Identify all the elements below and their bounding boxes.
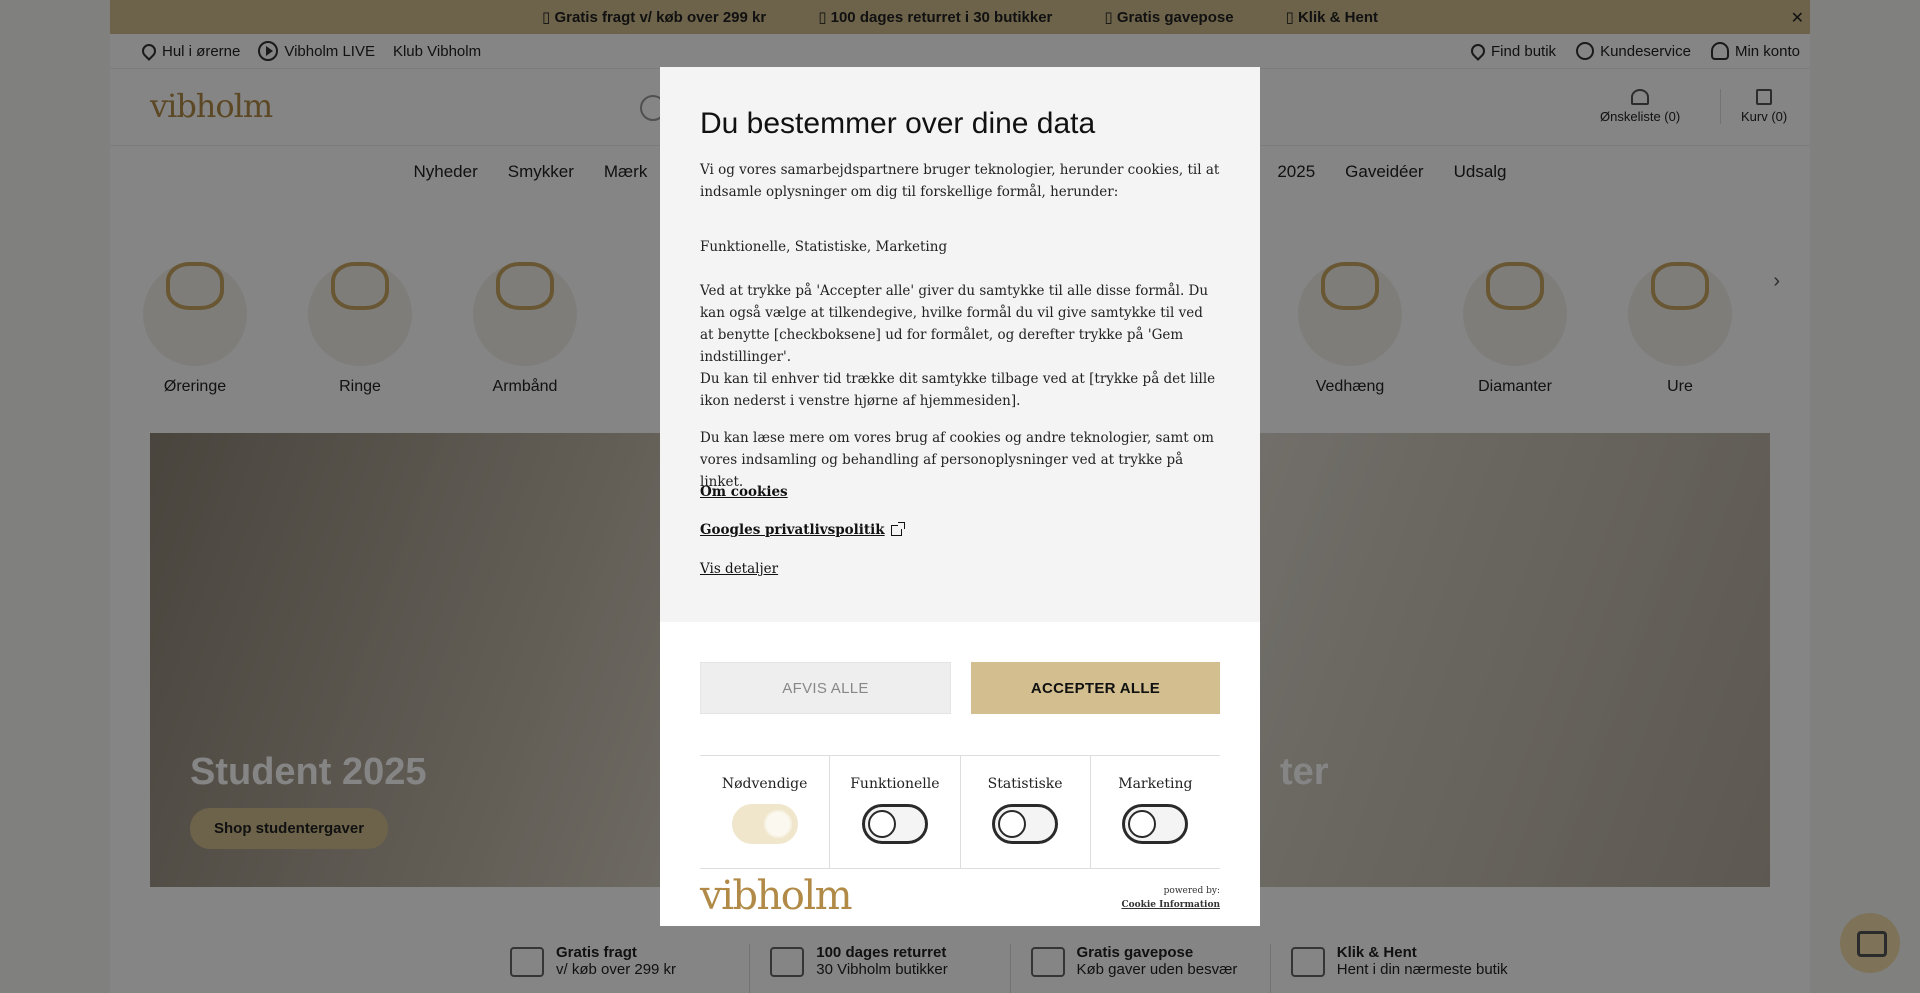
vibholm-logo: vibholm [700,873,853,919]
toggle-statistics-label: Statistiske [987,776,1063,792]
consent-accept-info: Ved at trykke på 'Accepter alle' giver d… [700,283,1209,365]
google-privacy-label: Googles privatlivspolitik [700,522,885,538]
toggle-marketing: Marketing [1089,756,1220,868]
powered-by-label: powered by: [1163,886,1220,896]
consent-body: Du bestemmer over dine data Vi og vores … [660,67,1260,622]
toggle-necessary-label: Nødvendige [721,776,808,792]
consent-withdraw-info: Du kan til enhver tid trække dit samtykk… [700,371,1216,409]
toggle-statistics: Statistiske [959,756,1090,868]
chat-launcher-icon[interactable] [1840,913,1900,973]
consent-actions: AFVIS ALLE ACCEPTER ALLE [700,662,1220,714]
external-link-icon [890,521,905,536]
google-privacy-link[interactable]: Googles privatlivspolitik [700,521,905,538]
toggle-necessary: Nødvendige [700,756,829,868]
consent-footer: vibholm powered by: Cookie Information [660,869,1260,926]
about-cookies-link[interactable]: Om cookies [700,484,788,500]
cookie-information-link[interactable]: Cookie Information [1121,898,1220,912]
cookie-consent-dialog: Du bestemmer over dine data Vi og vores … [660,67,1260,926]
reject-all-button[interactable]: AFVIS ALLE [700,662,951,714]
toggle-marketing-label: Marketing [1118,776,1193,792]
consent-toggles: Nødvendige Funktionelle Statistiske Mark… [700,755,1220,869]
show-details-link[interactable]: Vis detaljer [700,561,778,577]
powered-by: powered by: Cookie Information [1121,884,1220,912]
consent-purposes: Funktionelle, Statistiske, Marketing [700,239,948,255]
toggle-functional-label: Funktionelle [850,776,940,792]
toggle-functional: Funktionelle [829,756,959,868]
marketing-switch[interactable] [1122,804,1189,844]
consent-intro: Vi og vores samarbejdspartnere bruger te… [700,162,1220,200]
accept-all-button[interactable]: ACCEPTER ALLE [971,662,1220,714]
consent-title: Du bestemmer over dine data [700,107,1096,140]
necessary-switch [731,804,798,844]
statistics-switch[interactable] [992,804,1059,844]
functional-switch[interactable] [861,804,928,844]
